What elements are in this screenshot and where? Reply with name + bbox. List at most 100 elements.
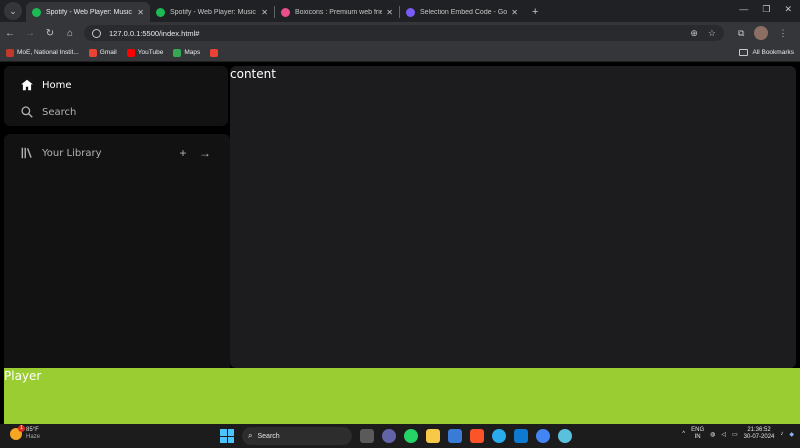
arrow-right-icon[interactable]: → bbox=[198, 146, 212, 160]
library-icon bbox=[21, 147, 32, 159]
player-label: Player bbox=[4, 369, 42, 383]
close-icon[interactable]: ✕ bbox=[261, 8, 268, 17]
close-icon[interactable]: ✕ bbox=[137, 8, 144, 17]
gmail-icon bbox=[88, 48, 97, 57]
whatsapp-icon[interactable] bbox=[404, 429, 418, 443]
library-header[interactable]: Your Library bbox=[20, 146, 102, 160]
close-window-icon[interactable]: ✕ bbox=[784, 4, 792, 15]
bookmark-maps[interactable]: Maps bbox=[173, 48, 201, 57]
battery-icon[interactable]: ▭ bbox=[732, 431, 738, 438]
bookmark-label: Gmail bbox=[99, 49, 117, 56]
weather-temp: 85°F bbox=[26, 427, 39, 433]
notification-badge: 1 bbox=[18, 425, 25, 432]
content-title: content bbox=[230, 67, 276, 81]
search-icon bbox=[21, 106, 33, 118]
folder-icon bbox=[739, 49, 749, 56]
system-tray: ^ ENG IN ◍ ◁ ▭ 21:36:52 30-07-2024 ♪ ◆ bbox=[682, 427, 794, 441]
address-bar[interactable]: 127.0.0.1:5500/index.html# ⊕ ☆ bbox=[84, 25, 724, 41]
bookmark-moe[interactable]: MoE, National Instit... bbox=[6, 48, 79, 57]
chrome-icon[interactable] bbox=[536, 429, 550, 443]
volume-icon[interactable]: ◁ bbox=[721, 431, 726, 438]
gmail-icon bbox=[210, 48, 219, 57]
close-icon[interactable]: ✕ bbox=[511, 8, 518, 17]
bookmark-gmail[interactable]: Gmail bbox=[88, 48, 117, 57]
tab-selection-embed[interactable]: Selection Embed Code - Google ✕ bbox=[400, 2, 524, 22]
bookmark-label: Maps bbox=[184, 49, 201, 56]
web-page: Home Search Your Library + → content Pla… bbox=[0, 62, 800, 430]
tab-title: Selection Embed Code - Google bbox=[420, 8, 508, 16]
reload-icon[interactable]: ↻ bbox=[40, 28, 60, 39]
weather-widget[interactable]: 1 85°F Haze bbox=[10, 425, 40, 441]
all-bookmarks-label: All Bookmarks bbox=[752, 49, 794, 56]
back-icon[interactable]: ← bbox=[0, 28, 20, 39]
player-bar: Player bbox=[4, 368, 800, 424]
search-icon: ⌕ bbox=[248, 431, 253, 440]
tab-title: Spotify - Web Player: Music for bbox=[46, 8, 134, 16]
forward-icon[interactable]: → bbox=[20, 28, 40, 39]
close-icon[interactable]: ✕ bbox=[386, 8, 393, 17]
sun-icon: 1 bbox=[10, 425, 25, 440]
new-tab-icon[interactable]: + bbox=[532, 6, 538, 18]
tab-boxicons[interactable]: Boxicons : Premium web friendly ✕ bbox=[275, 2, 399, 22]
home-icon bbox=[21, 79, 33, 91]
notification-bell-icon[interactable]: ♪ bbox=[780, 431, 783, 437]
minimize-icon[interactable]: — bbox=[739, 4, 748, 15]
chat-icon[interactable] bbox=[382, 429, 396, 443]
sidebar-nav: Home Search bbox=[4, 66, 228, 126]
globe-icon[interactable]: ◍ bbox=[710, 431, 715, 438]
tab-search-button[interactable]: ⌄ bbox=[4, 2, 22, 20]
chevron-up-icon[interactable]: ^ bbox=[682, 431, 685, 437]
toolbar-right: ⧉ ⋮ bbox=[738, 26, 787, 40]
home-icon[interactable]: ⌂ bbox=[60, 28, 80, 39]
file-explorer-icon[interactable] bbox=[426, 429, 440, 443]
bookmark-youtube[interactable]: YouTube bbox=[126, 48, 164, 57]
clock[interactable]: 21:36:52 30-07-2024 bbox=[744, 427, 775, 441]
youtube-icon bbox=[126, 48, 135, 57]
library-label: Your Library bbox=[42, 147, 102, 159]
bookmark-gmail-2[interactable] bbox=[210, 48, 221, 57]
copilot-icon[interactable]: ◆ bbox=[789, 431, 794, 438]
tab-spotify-2[interactable]: Spotify - Web Player: Music for ✕ bbox=[150, 2, 274, 22]
sidebar-item-home[interactable]: Home bbox=[20, 78, 72, 92]
sidebar-item-label: Search bbox=[42, 106, 77, 118]
task-view-icon[interactable] bbox=[360, 429, 374, 443]
sidebar-item-search[interactable]: Search bbox=[20, 105, 76, 119]
browser-toolbar: ← → ↻ ⌂ 127.0.0.1:5500/index.html# ⊕ ☆ ⧉… bbox=[0, 22, 800, 44]
bookmarks-bar: MoE, National Instit... Gmail YouTube Ma… bbox=[0, 44, 800, 62]
zoom-icon[interactable]: ⊕ bbox=[690, 28, 698, 39]
tab-title: Spotify - Web Player: Music for bbox=[170, 8, 258, 16]
tab-spotify-1[interactable]: Spotify - Web Player: Music for ✕ bbox=[26, 2, 150, 22]
vscode-icon[interactable] bbox=[514, 429, 528, 443]
chevron-down-icon: ⌄ bbox=[9, 5, 17, 16]
spotify-favicon-icon bbox=[156, 7, 165, 17]
date-text: 30-07-2024 bbox=[743, 434, 775, 440]
url-text: 127.0.0.1:5500/index.html# bbox=[109, 28, 200, 38]
embed-favicon-icon bbox=[406, 7, 415, 17]
all-bookmarks[interactable]: All Bookmarks bbox=[739, 49, 794, 56]
restore-icon[interactable]: ❐ bbox=[762, 4, 770, 15]
language-indicator[interactable]: ENG IN bbox=[691, 427, 704, 441]
maps-icon bbox=[173, 48, 182, 57]
brave-icon[interactable] bbox=[470, 429, 484, 443]
time-text: 21:36:52 bbox=[747, 427, 771, 433]
profile-avatar[interactable] bbox=[754, 26, 769, 40]
store-icon[interactable] bbox=[448, 429, 462, 443]
bookmark-label: YouTube bbox=[137, 49, 164, 56]
boxicons-favicon-icon bbox=[281, 7, 290, 17]
bookmark-star-icon[interactable]: ☆ bbox=[708, 28, 716, 39]
main-content: content bbox=[230, 66, 796, 368]
more-menu-icon[interactable]: ⋮ bbox=[778, 28, 787, 39]
sidebar-item-label: Home bbox=[42, 79, 72, 91]
add-icon[interactable]: + bbox=[176, 146, 190, 160]
telegram-icon[interactable] bbox=[492, 429, 506, 443]
taskbar: 1 85°F Haze ⌕ Search ^ ENG IN ◍ ◁ ▭ 21:3… bbox=[0, 424, 800, 448]
extensions-icon[interactable]: ⧉ bbox=[738, 28, 744, 39]
moe-favicon-icon bbox=[6, 48, 14, 57]
taskbar-apps: ⌕ Search bbox=[220, 427, 572, 445]
site-info-icon[interactable] bbox=[92, 28, 101, 38]
app-icon[interactable] bbox=[558, 429, 572, 443]
windows-start-icon[interactable] bbox=[220, 429, 234, 443]
taskbar-search-label: Search bbox=[257, 432, 280, 440]
tab-strip: ⌄ Spotify - Web Player: Music for ✕ Spot… bbox=[0, 0, 800, 22]
taskbar-search[interactable]: ⌕ Search bbox=[242, 427, 352, 445]
